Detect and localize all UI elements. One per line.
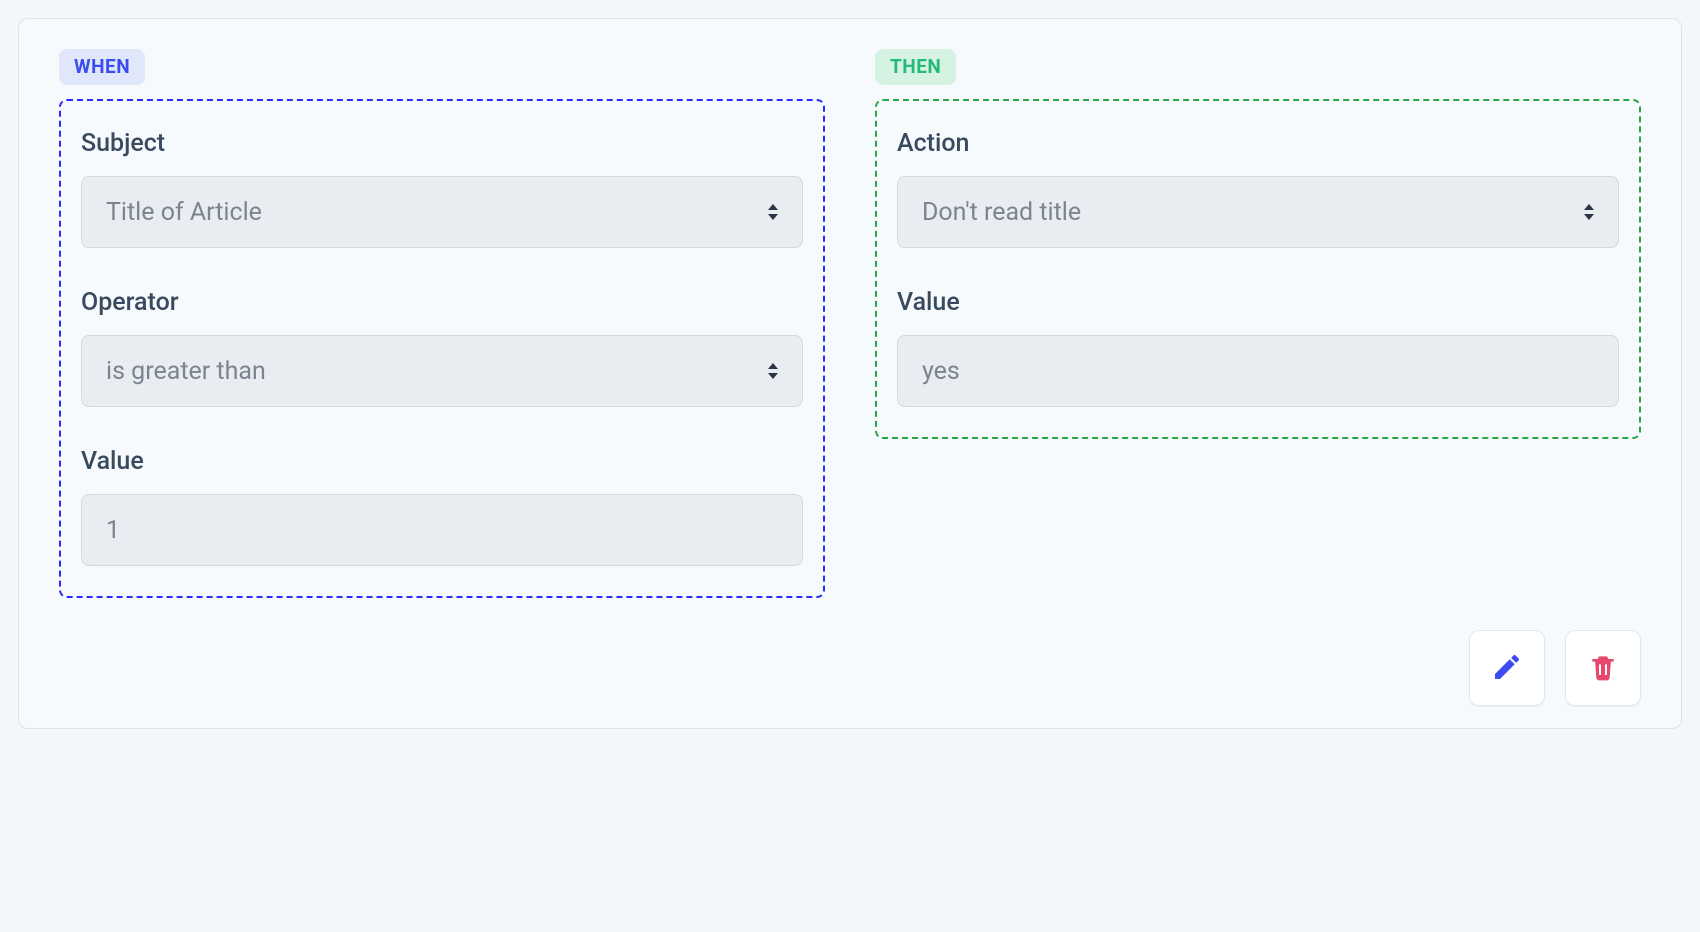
when-badge: WHEN (59, 49, 145, 85)
then-value-input-wrap (897, 335, 1619, 407)
subject-select-wrap: Title of Article (81, 176, 803, 248)
action-select[interactable]: Don't read title (897, 176, 1619, 248)
delete-button[interactable] (1565, 630, 1641, 706)
then-value-input[interactable] (897, 335, 1619, 407)
when-box: Subject Title of Article Operator (59, 99, 825, 598)
then-value-field-group: Value (897, 288, 1619, 407)
when-value-field-group: Value (81, 447, 803, 566)
then-column: THEN Action Don't read title Value (875, 49, 1641, 439)
operator-select-wrap: is greater than (81, 335, 803, 407)
operator-select[interactable]: is greater than (81, 335, 803, 407)
rule-actions (59, 630, 1641, 706)
pencil-icon (1491, 651, 1523, 686)
when-value-input-wrap (81, 494, 803, 566)
operator-label: Operator (81, 288, 803, 317)
operator-field-group: Operator is greater than (81, 288, 803, 407)
action-select-wrap: Don't read title (897, 176, 1619, 248)
when-value-input[interactable] (81, 494, 803, 566)
then-badge: THEN (875, 49, 956, 85)
then-value-label: Value (897, 288, 1619, 317)
edit-button[interactable] (1469, 630, 1545, 706)
when-column: WHEN Subject Title of Article Operator (59, 49, 825, 598)
trash-icon (1587, 651, 1619, 686)
action-field-group: Action Don't read title (897, 129, 1619, 248)
when-value-label: Value (81, 447, 803, 476)
subject-label: Subject (81, 129, 803, 158)
rule-columns: WHEN Subject Title of Article Operator (59, 49, 1641, 598)
subject-field-group: Subject Title of Article (81, 129, 803, 248)
subject-select[interactable]: Title of Article (81, 176, 803, 248)
then-box: Action Don't read title Value (875, 99, 1641, 439)
action-label: Action (897, 129, 1619, 158)
rule-card: WHEN Subject Title of Article Operator (18, 18, 1682, 729)
